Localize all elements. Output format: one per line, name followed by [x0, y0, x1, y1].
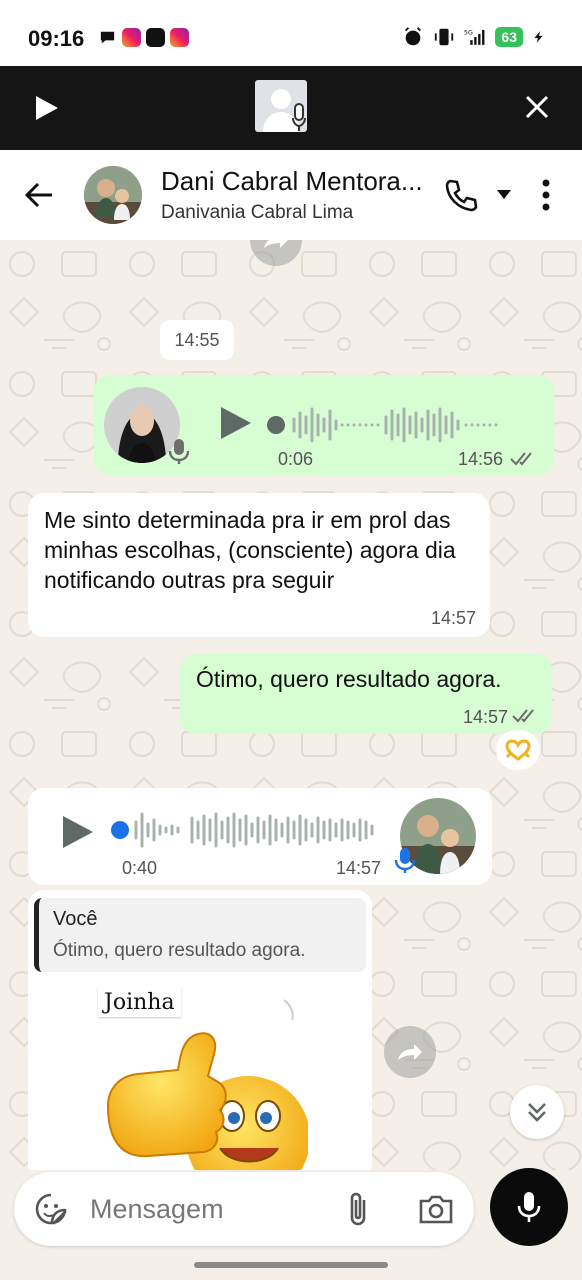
network-label: 5G: [464, 30, 473, 37]
scroll-to-bottom-button[interactable]: [510, 1085, 564, 1139]
battery-level: 63: [495, 27, 523, 47]
read-receipt-icon: [510, 452, 532, 466]
time-divider: 14:55: [160, 320, 234, 360]
status-time: 09:16: [28, 26, 85, 51]
instagram-icon: [122, 28, 141, 47]
voice-duration: 0:06: [278, 449, 314, 469]
audio-waveform[interactable]: [266, 405, 536, 445]
play-icon[interactable]: [218, 405, 252, 441]
quoted-text: Ótimo, quero resultado agora.: [53, 940, 306, 961]
message-list[interactable]: 14:55 0:06 14:56 Me sinto determinada pr…: [0, 240, 582, 1170]
chat-notification-icon: [100, 31, 115, 44]
microphone-icon: [168, 439, 190, 464]
incoming-text-message[interactable]: Me sinto determinada pra ir em prol das …: [28, 493, 490, 637]
voice-record-button[interactable]: [490, 1168, 568, 1246]
outgoing-text-message[interactable]: Ótimo, quero resultado agora. 14:57: [180, 654, 552, 734]
microphone-icon: [394, 848, 416, 873]
microphone-icon: [517, 1192, 541, 1222]
chat-header: Dani Cabral Mentora... Danivania Cabral …: [0, 150, 582, 240]
message-time: 14:57: [430, 608, 476, 628]
voice-duration: 0:40: [122, 858, 158, 878]
message-time: 14:57: [462, 707, 508, 727]
signal-icon: 5G: [464, 30, 485, 45]
attachment-icon[interactable]: [344, 1190, 374, 1228]
phone-icon[interactable]: [444, 178, 478, 212]
heart-hands-icon: [505, 739, 531, 761]
double-chevron-down-icon: [528, 1103, 546, 1122]
alarm-icon: [405, 27, 422, 46]
charging-icon: [534, 31, 543, 43]
sticker-caption: Joinha: [98, 988, 181, 1017]
play-icon[interactable]: [60, 814, 94, 850]
read-receipt-icon: [512, 709, 534, 723]
status-bar: 09:16 5G 63: [0, 0, 582, 66]
audio-waveform[interactable]: [108, 810, 388, 850]
camera-icon[interactable]: [418, 1192, 454, 1226]
instagram-icon: [170, 28, 189, 47]
quoted-author: Você: [53, 908, 98, 930]
incoming-sticker-reply[interactable]: Você Ótimo, quero resultado agora. Joinh…: [28, 890, 372, 1170]
quoted-message[interactable]: Você Ótimo, quero resultado agora.: [34, 898, 366, 972]
message-composer[interactable]: Mensagem: [14, 1172, 474, 1246]
more-options-icon[interactable]: [540, 178, 552, 212]
vibrate-icon: [435, 28, 454, 46]
ongoing-call-banner[interactable]: [0, 66, 582, 150]
message-input[interactable]: Mensagem: [90, 1194, 224, 1225]
chevron-down-icon[interactable]: [496, 188, 512, 200]
message-text: Me sinto determinada pra ir em prol das …: [44, 507, 456, 593]
play-icon[interactable]: [32, 94, 60, 122]
contact-name[interactable]: Dani Cabral Mentora...: [161, 166, 423, 197]
back-arrow-icon[interactable]: [24, 180, 54, 210]
message-time: 14:56: [458, 449, 504, 469]
message-time: 14:57: [336, 858, 382, 878]
message-text: Ótimo, quero resultado agora.: [196, 666, 502, 692]
reaction-badge[interactable]: [496, 730, 540, 770]
home-indicator[interactable]: [194, 1262, 388, 1268]
system-icons: 5G 63: [402, 26, 546, 48]
contact-avatar[interactable]: [84, 166, 142, 224]
close-icon[interactable]: [524, 94, 550, 120]
contact-subtitle[interactable]: Danivania Cabral Lima: [161, 202, 353, 224]
tiktok-icon: [146, 28, 165, 47]
notification-icons: [98, 28, 189, 47]
forward-button[interactable]: [384, 1026, 436, 1078]
video-call-avatar-icon[interactable]: [255, 80, 307, 132]
sticker-icon[interactable]: [34, 1192, 68, 1226]
outgoing-voice-message[interactable]: 0:06 14:56: [94, 375, 554, 475]
incoming-voice-message[interactable]: 0:40 14:57: [28, 788, 492, 885]
thumbs-up-sticker[interactable]: Joinha: [98, 988, 308, 1170]
